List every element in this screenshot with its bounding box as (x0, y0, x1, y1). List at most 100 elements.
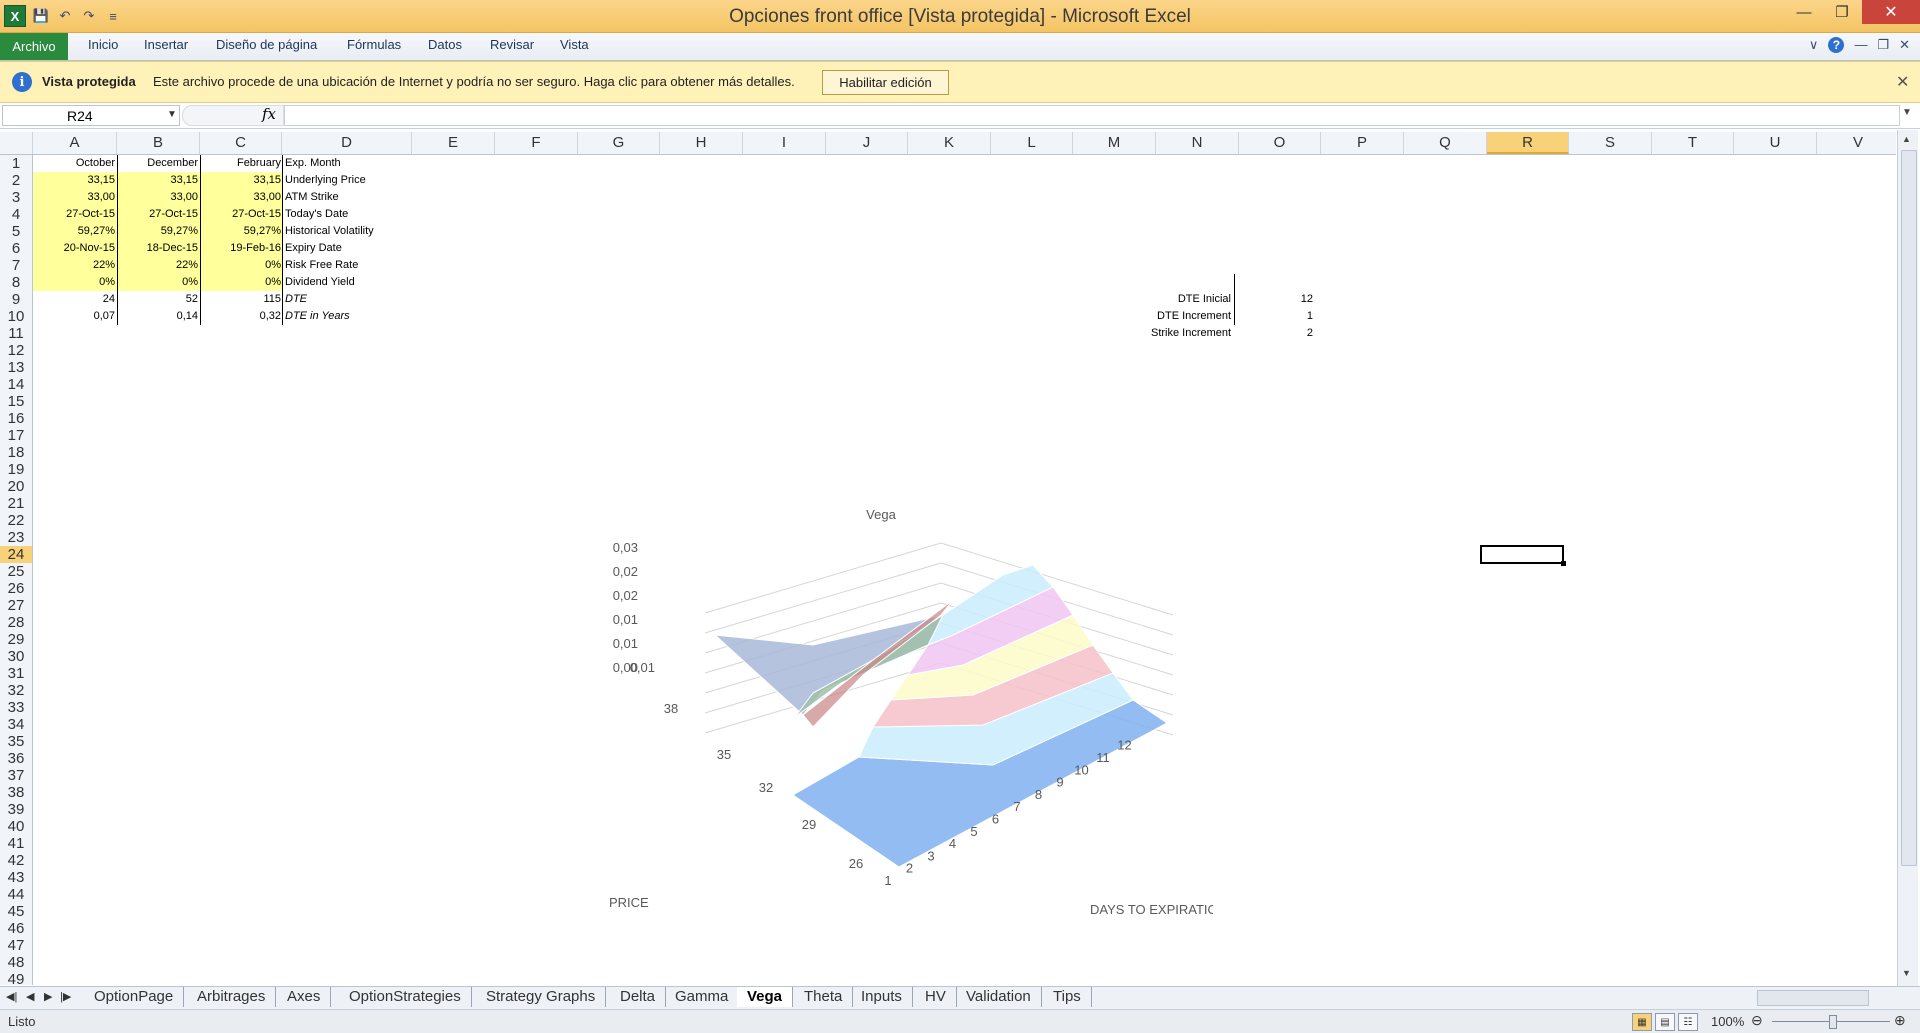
maximize-button[interactable]: ❐ (1820, 0, 1864, 24)
cell-O10[interactable]: 1 (1235, 308, 1315, 325)
cell-D1[interactable]: Exp. Month (283, 155, 413, 172)
cell-N10[interactable]: DTE Increment (1151, 308, 1233, 325)
cell-C6[interactable]: 19-Feb-16 (201, 240, 283, 257)
normal-view-icon[interactable]: ▦ (1632, 1013, 1652, 1031)
sheet-tab-delta[interactable]: Delta (610, 987, 667, 1007)
row-header-19[interactable]: 19 (0, 461, 32, 478)
row-header-7[interactable]: 7 (0, 257, 32, 274)
workbook-close-icon[interactable]: ✕ (1899, 37, 1910, 53)
row-header-31[interactable]: 31 (0, 665, 32, 682)
column-header-e[interactable]: E (412, 132, 495, 154)
sheet-tab-strategy-graphs[interactable]: Strategy Graphs (476, 987, 607, 1007)
column-header-l[interactable]: L (991, 132, 1073, 154)
row-header-21[interactable]: 21 (0, 495, 32, 512)
insert-function-icon[interactable]: fx (262, 105, 276, 123)
cell-A4[interactable]: 27-Oct-15 (33, 206, 117, 223)
column-header-v[interactable]: V (1817, 132, 1900, 154)
sheet-tab-optionstrategies[interactable]: OptionStrategies (339, 987, 472, 1007)
tab-revisar[interactable]: Revisar (490, 37, 534, 52)
row-header-25[interactable]: 25 (0, 563, 32, 580)
select-all-corner[interactable] (0, 132, 33, 154)
row-header-17[interactable]: 17 (0, 427, 32, 444)
sheet-tab-gamma[interactable]: Gamma (665, 987, 740, 1007)
selected-cell[interactable] (1480, 545, 1564, 564)
cell-D3[interactable]: ATM Strike (283, 189, 413, 206)
cell-C1[interactable]: February (201, 155, 283, 172)
row-header-45[interactable]: 45 (0, 903, 32, 920)
cell-C9[interactable]: 115 (201, 291, 283, 308)
row-header-3[interactable]: 3 (0, 189, 32, 206)
row-header-15[interactable]: 15 (0, 393, 32, 410)
column-header-o[interactable]: O (1239, 132, 1321, 154)
row-header-8[interactable]: 8 (0, 274, 32, 291)
cell-B6[interactable]: 18-Dec-15 (118, 240, 200, 257)
name-box[interactable]: R24 ▼ (2, 105, 180, 126)
column-header-q[interactable]: Q (1404, 132, 1487, 154)
close-button[interactable]: ✕ (1862, 0, 1920, 24)
row-header-16[interactable]: 16 (0, 410, 32, 427)
minimize-ribbon-icon[interactable]: ∨ (1809, 37, 1819, 53)
workbook-minimize-icon[interactable]: — (1854, 37, 1867, 53)
column-header-p[interactable]: P (1321, 132, 1404, 154)
tab-insertar[interactable]: Insertar (144, 37, 188, 52)
row-header-35[interactable]: 35 (0, 733, 32, 750)
column-header-i[interactable]: I (743, 132, 826, 154)
cell-D5[interactable]: Historical Volatility (283, 223, 413, 240)
cell-C4[interactable]: 27-Oct-15 (201, 206, 283, 223)
cell-B3[interactable]: 33,00 (118, 189, 200, 206)
next-sheet-icon[interactable]: ▶ (44, 990, 52, 1003)
cell-C10[interactable]: 0,32 (201, 308, 283, 325)
cell-C5[interactable]: 59,27% (201, 223, 283, 240)
row-header-36[interactable]: 36 (0, 750, 32, 767)
protected-view-message[interactable]: Este archivo procede de una ubicación de… (153, 74, 795, 89)
cell-D6[interactable]: Expiry Date (283, 240, 413, 257)
cell-D7[interactable]: Risk Free Rate (283, 257, 413, 274)
column-header-s[interactable]: S (1569, 132, 1652, 154)
row-header-40[interactable]: 40 (0, 818, 32, 835)
vertical-scroll-thumb[interactable] (1901, 150, 1917, 866)
row-header-48[interactable]: 48 (0, 954, 32, 971)
row-header-47[interactable]: 47 (0, 937, 32, 954)
prev-sheet-icon[interactable]: ◀ (26, 990, 34, 1003)
sheet-tab-validation[interactable]: Validation (956, 987, 1042, 1007)
expand-formula-bar-icon[interactable]: ▼ (1902, 107, 1912, 118)
scroll-down-icon[interactable]: ▼ (1902, 968, 1911, 978)
scroll-up-icon[interactable]: ▲ (1902, 134, 1911, 144)
sheet-tab-vega[interactable]: Vega (737, 987, 794, 1007)
cell-O9[interactable]: 12 (1235, 291, 1315, 308)
tab-vista[interactable]: Vista (560, 37, 589, 52)
column-header-c[interactable]: C (200, 132, 282, 154)
row-header-30[interactable]: 30 (0, 648, 32, 665)
zoom-out-icon[interactable]: ⊖ (1751, 1012, 1763, 1029)
row-header-4[interactable]: 4 (0, 206, 32, 223)
zoom-slider-thumb[interactable] (1829, 1015, 1837, 1029)
row-header-32[interactable]: 32 (0, 682, 32, 699)
column-header-a[interactable]: A (33, 132, 117, 154)
row-header-33[interactable]: 33 (0, 699, 32, 716)
row-header-23[interactable]: 23 (0, 529, 32, 546)
page-layout-view-icon[interactable]: ▤ (1655, 1013, 1675, 1031)
cell-O11[interactable]: 2 (1235, 325, 1315, 342)
row-header-44[interactable]: 44 (0, 886, 32, 903)
column-header-m[interactable]: M (1073, 132, 1156, 154)
chevron-down-icon[interactable]: ▼ (167, 109, 177, 120)
row-header-27[interactable]: 27 (0, 597, 32, 614)
row-header-1[interactable]: 1 (0, 155, 32, 172)
row-header-6[interactable]: 6 (0, 240, 32, 257)
row-header-41[interactable]: 41 (0, 835, 32, 852)
help-icon[interactable]: ? (1828, 37, 1845, 53)
row-header-10[interactable]: 10 (0, 308, 32, 325)
workbook-restore-icon[interactable]: ❐ (1877, 37, 1889, 53)
cell-A8[interactable]: 0% (33, 274, 117, 291)
row-header-39[interactable]: 39 (0, 801, 32, 818)
column-header-h[interactable]: H (660, 132, 743, 154)
sheet-tab-arbitrages[interactable]: Arbitrages (187, 987, 277, 1007)
cell-A10[interactable]: 0,07 (33, 308, 117, 325)
row-header-37[interactable]: 37 (0, 767, 32, 784)
cell-B8[interactable]: 0% (118, 274, 200, 291)
cell-B4[interactable]: 27-Oct-15 (118, 206, 200, 223)
row-header-38[interactable]: 38 (0, 784, 32, 801)
row-header-43[interactable]: 43 (0, 869, 32, 886)
cell-B1[interactable]: December (118, 155, 200, 172)
cell-N11[interactable]: Strike Increment (1151, 325, 1233, 342)
